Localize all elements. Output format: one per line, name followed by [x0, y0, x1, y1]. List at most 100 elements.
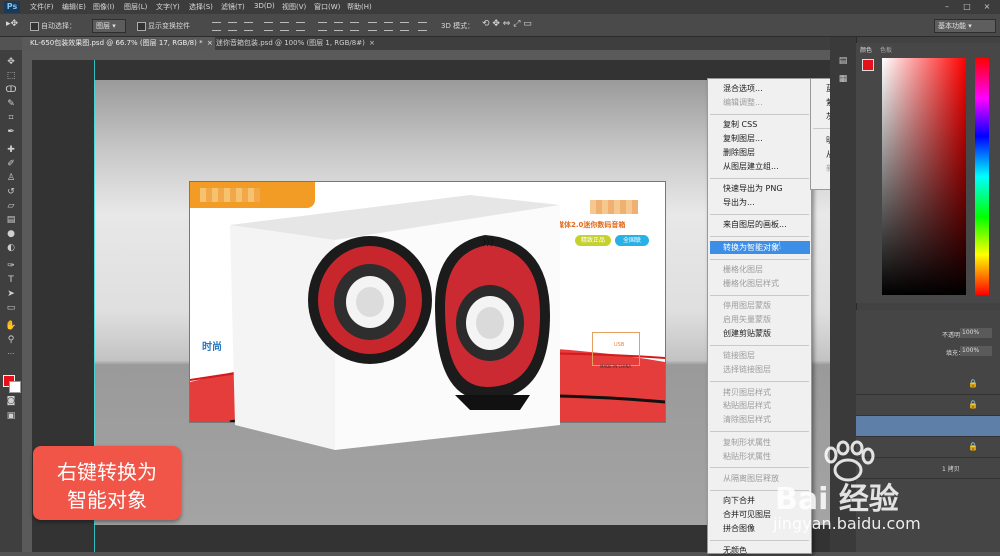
marquee-tool-icon[interactable]: ⬚ [4, 70, 18, 82]
menu-view[interactable]: 视图(V) [282, 2, 306, 12]
menu-item[interactable]: 向下合并 [723, 495, 755, 506]
layer-select-dropdown[interactable]: 图层 ▾ [92, 19, 126, 33]
menu-help[interactable]: 帮助(H) [347, 2, 372, 12]
background-color-swatch[interactable] [9, 381, 21, 393]
menu-separator [710, 177, 809, 179]
distribute-top-icon[interactable] [318, 22, 327, 31]
menu-item[interactable]: 创建剪贴蒙版 [723, 328, 771, 339]
minimize-icon[interactable]: – [940, 2, 954, 12]
shape-tool-icon[interactable]: ▭ [4, 302, 18, 314]
menu-filter[interactable]: 滤镜(T) [221, 2, 245, 12]
menu-image[interactable]: 图像(I) [93, 2, 115, 12]
history-panel-icon[interactable]: ▤ [836, 55, 850, 67]
close-window-icon[interactable]: × [980, 2, 994, 12]
made-in-label: MADE IN CHINA [600, 364, 632, 369]
pen-tool-icon[interactable]: ✑ [4, 260, 18, 272]
watermark-brand: Bai 经验 [775, 482, 899, 517]
move-tool-icon[interactable]: ▸✥ [6, 19, 18, 29]
menu-window[interactable]: 窗口(W) [314, 2, 340, 12]
layer-row[interactable]: 🔒 [856, 395, 1000, 416]
maximize-icon[interactable]: □ [960, 2, 974, 12]
menu-item[interactable]: 删除图层 [723, 147, 755, 158]
menu-layer[interactable]: 图层(L) [124, 2, 147, 12]
dodge-tool-icon[interactable]: ◐ [4, 242, 18, 254]
screen-mode-icon[interactable]: ▣ [4, 410, 18, 422]
history-brush-icon[interactable]: ↺ [4, 186, 18, 198]
photoshop-logo: Ps [4, 1, 20, 13]
menu-item[interactable]: 复制图层... [723, 133, 763, 144]
distribute-left-icon[interactable] [368, 22, 377, 31]
blur-tool-icon[interactable]: ● [4, 228, 18, 240]
menu-item[interactable]: 快速导出为 PNG [723, 183, 783, 194]
more-tools-icon[interactable]: ··· [4, 348, 18, 360]
menu-item: 启用矢量蒙版 [723, 315, 771, 325]
lock-icon: 🔒 [968, 379, 978, 388]
workspace-dropdown[interactable]: 基本功能 ▾ [934, 19, 996, 33]
color-tab[interactable]: 颜色 [860, 45, 872, 54]
eyedropper-tool-icon[interactable]: ✒ [4, 126, 18, 138]
menu-file[interactable]: 文件(F) [30, 2, 54, 12]
menu-item: 栅格化图层样式 [723, 278, 779, 288]
distribute-vcenter-icon[interactable] [334, 22, 343, 31]
properties-panel-icon[interactable]: ▦ [836, 73, 850, 85]
show-transform-checkbox[interactable] [137, 22, 146, 31]
fill-input[interactable]: 100% [960, 346, 992, 356]
align-right-icon[interactable] [296, 22, 305, 31]
horizontal-ruler [22, 50, 830, 61]
lasso-tool-icon[interactable]: ↀ [4, 84, 18, 96]
wifi-icon: ))) [482, 237, 494, 248]
align-left-icon[interactable] [264, 22, 273, 31]
menu-separator [710, 214, 809, 215]
quick-mask-icon[interactable]: ◙ [4, 395, 18, 407]
tab-mini-speaker[interactable]: 迷你音箱包装.psd @ 100% (图层 1, RGB/8#) × [208, 37, 406, 50]
menu-edit[interactable]: 编辑(E) [62, 2, 86, 12]
align-top-icon[interactable] [212, 22, 221, 31]
distribute-right-icon[interactable] [400, 22, 409, 31]
3d-mode-label: 3D 模式： [441, 22, 475, 30]
eraser-tool-icon[interactable]: ▱ [4, 200, 18, 212]
zoom-tool-icon[interactable]: ⚲ [4, 334, 18, 346]
menu-item[interactable]: 混合选项... [723, 83, 763, 94]
brush-tool-icon[interactable]: ✐ [4, 158, 18, 170]
tab-mini-speaker-label: 迷你音箱包装.psd @ 100% (图层 1, RGB/8#) [216, 39, 365, 47]
menu-item[interactable]: 来自图层的画板... [723, 219, 787, 230]
layer-row-selected[interactable] [856, 416, 1000, 437]
align-hcenter-icon[interactable] [280, 22, 289, 31]
hand-tool-icon[interactable]: ✋ [4, 320, 18, 332]
menu-item[interactable]: 从图层建立组... [723, 161, 779, 172]
menu-3d[interactable]: 3D(D) [254, 2, 275, 10]
align-vcenter-icon[interactable] [228, 22, 237, 31]
tab-close-icon[interactable]: × [369, 39, 375, 47]
path-select-tool-icon[interactable]: ➤ [4, 288, 18, 300]
opacity-input[interactable]: 100% [960, 328, 992, 338]
distribute-hcenter-icon[interactable] [384, 22, 393, 31]
menu-type[interactable]: 文字(Y) [156, 2, 180, 12]
3d-tools-icon[interactable]: ⟲ ✥ ⇔ ⤢ ▭ [482, 19, 532, 29]
quick-select-tool-icon[interactable]: ✎ [4, 98, 18, 110]
distribute-bottom-icon[interactable] [350, 22, 359, 31]
tab-kl650[interactable]: KL-650包装效果图.psd @ 66.7% (图层 17, RGB/8) *… [22, 37, 215, 50]
crop-tool-icon[interactable]: ⌗ [4, 112, 18, 124]
stamp-tool-icon[interactable]: ♙ [4, 172, 18, 184]
healing-tool-icon[interactable]: ✚ [4, 144, 18, 156]
menu-separator [710, 113, 809, 115]
type-tool-icon[interactable]: T [4, 274, 18, 286]
move-tool-icon[interactable]: ✥ [4, 56, 18, 68]
menu-select[interactable]: 选择(S) [189, 2, 213, 12]
vertical-ruler [22, 60, 33, 552]
document-tabs: KL-650包装效果图.psd @ 66.7% (图层 17, RGB/8) *… [22, 37, 830, 50]
menu-item[interactable]: 无颜色 [723, 545, 747, 556]
align-bottom-icon[interactable] [244, 22, 253, 31]
menu-item[interactable]: 转换为智能对象 [723, 242, 779, 253]
color-picker-field[interactable] [882, 58, 966, 295]
layer-row[interactable]: 🔒 [856, 374, 1000, 395]
menu-item[interactable]: 导出为... [723, 197, 755, 208]
hue-slider[interactable] [975, 58, 989, 295]
auto-select-checkbox[interactable] [30, 22, 39, 31]
menu-item[interactable]: 拼合图像 [723, 523, 755, 534]
swatches-tab[interactable]: 色板 [880, 45, 892, 54]
foreground-swatch[interactable] [862, 59, 874, 71]
menu-item[interactable]: 复制 CSS [723, 119, 757, 130]
gradient-tool-icon[interactable]: ▤ [4, 214, 18, 226]
auto-align-icon[interactable] [418, 22, 427, 31]
